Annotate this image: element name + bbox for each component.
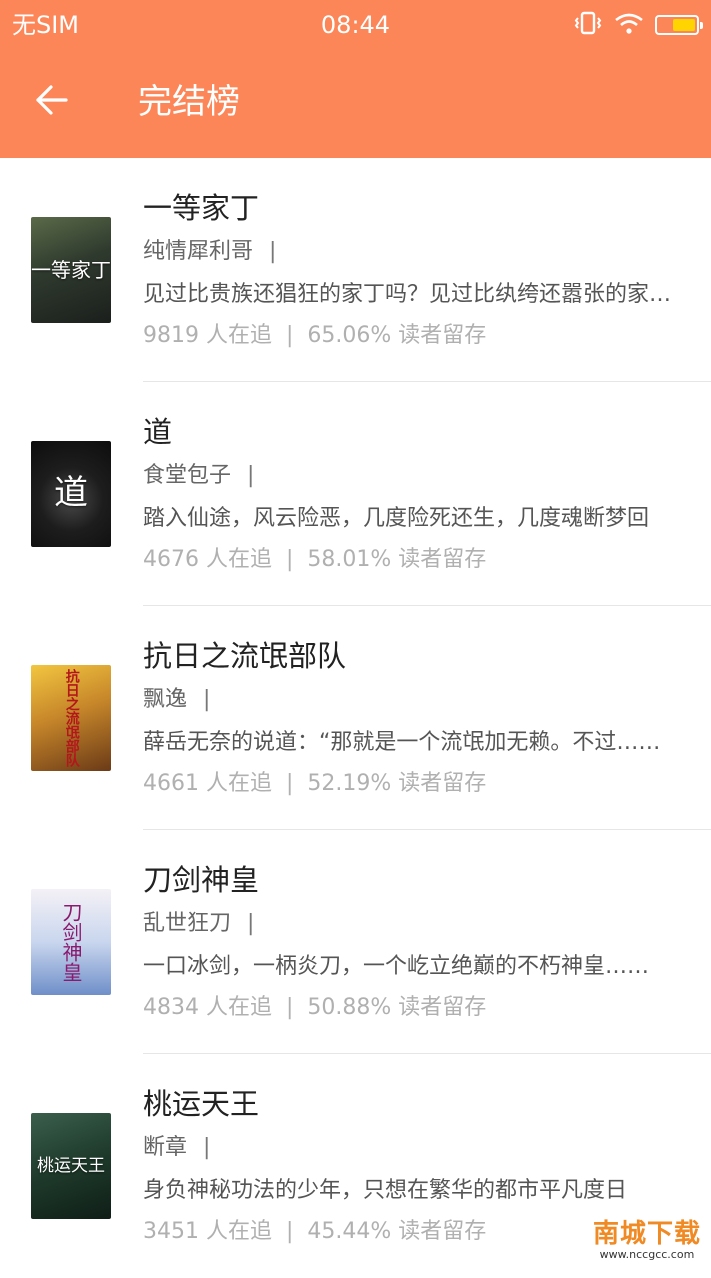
stats-separator: |: [272, 1219, 307, 1244]
follower-count: 4661 人在追: [143, 771, 272, 796]
book-author: 乱世狂刀|: [143, 908, 254, 940]
author-name: 纯情犀利哥: [143, 239, 253, 264]
watermark-logo: 南城下载: [593, 1219, 701, 1249]
book-item[interactable]: 一等家丁 一等家丁 纯情犀利哥| 见过比贵族还猖狂的家丁吗？见过比纨绔还嚣张的家…: [0, 158, 711, 382]
book-cover: 道: [31, 441, 111, 547]
follower-count: 9819 人在追: [143, 323, 272, 348]
book-cover: 刀剑神皇: [31, 889, 111, 995]
book-cover: 抗日之流氓部队: [31, 665, 111, 771]
author-separator: |: [187, 1135, 210, 1160]
back-arrow-icon: [35, 83, 69, 121]
retention-rate: 52.19% 读者留存: [307, 771, 486, 796]
follower-count: 4676 人在追: [143, 547, 272, 572]
book-cover: 一等家丁: [31, 217, 111, 323]
book-description: 薛岳无奈的说道：“那就是一个流氓加无赖。不过……: [143, 727, 673, 759]
follower-count: 3451 人在追: [143, 1219, 272, 1244]
vibrate-icon: [573, 11, 603, 39]
author-separator: |: [253, 239, 276, 264]
book-stats: 3451 人在追|45.44% 读者留存: [143, 1216, 486, 1248]
book-cover-title: 一等家丁: [31, 259, 111, 281]
author-name: 乱世狂刀: [143, 911, 231, 936]
book-item[interactable]: 道 道 食堂包子| 踏入仙途，风云险恶，几度险死还生，几度魂断梦回 4676 人…: [0, 382, 711, 606]
book-cover-title: 刀剑神皇: [60, 902, 82, 982]
stats-separator: |: [272, 323, 307, 348]
site-watermark: 南城下载 www.nccgcc.com: [593, 1219, 701, 1261]
watermark-url: www.nccgcc.com: [593, 1249, 701, 1261]
retention-rate: 65.06% 读者留存: [307, 323, 486, 348]
book-author: 断章|: [143, 1132, 210, 1164]
book-stats: 4834 人在追|50.88% 读者留存: [143, 992, 486, 1024]
stats-separator: |: [272, 771, 307, 796]
battery-icon: [655, 15, 699, 35]
wifi-icon: [613, 11, 645, 39]
book-author: 纯情犀利哥|: [143, 236, 276, 268]
book-title: 道: [143, 412, 172, 452]
book-cover-title: 抗日之流氓部队: [63, 669, 78, 767]
book-cover-title: 道: [54, 475, 88, 512]
author-name: 断章: [143, 1135, 187, 1160]
follower-count: 4834 人在追: [143, 995, 272, 1020]
book-author: 食堂包子|: [143, 460, 254, 492]
book-description: 一口冰剑，一柄炎刀，一个屹立绝巅的不朽神皇……: [143, 951, 673, 983]
book-description: 踏入仙途，风云险恶，几度险死还生，几度魂断梦回: [143, 503, 673, 535]
book-stats: 4661 人在追|52.19% 读者留存: [143, 768, 486, 800]
book-author: 飘逸|: [143, 684, 210, 716]
book-stats: 9819 人在追|65.06% 读者留存: [143, 320, 486, 352]
author-name: 飘逸: [143, 687, 187, 712]
app-header: 无SIM 08:44: [0, 0, 711, 158]
book-title: 刀剑神皇: [143, 860, 259, 900]
retention-rate: 58.01% 读者留存: [307, 547, 486, 572]
book-description: 见过比贵族还猖狂的家丁吗？见过比纨绔还嚣张的家丁吗？: [143, 279, 673, 311]
book-title: 桃运天王: [143, 1084, 259, 1124]
status-bar: 无SIM 08:44: [0, 0, 711, 50]
stats-separator: |: [272, 547, 307, 572]
retention-rate: 50.88% 读者留存: [307, 995, 486, 1020]
back-button[interactable]: [26, 76, 78, 128]
book-title: 抗日之流氓部队: [143, 636, 346, 676]
book-stats: 4676 人在追|58.01% 读者留存: [143, 544, 486, 576]
book-description: 身负神秘功法的少年，只想在繁华的都市平凡度日: [143, 1175, 673, 1207]
book-item[interactable]: 刀剑神皇 刀剑神皇 乱世狂刀| 一口冰剑，一柄炎刀，一个屹立绝巅的不朽神皇…… …: [0, 830, 711, 1054]
author-separator: |: [231, 463, 254, 488]
stats-separator: |: [272, 995, 307, 1020]
author-name: 食堂包子: [143, 463, 231, 488]
book-cover-title: 桃运天王: [37, 1157, 105, 1176]
book-title: 一等家丁: [143, 188, 259, 228]
book-cover: 桃运天王: [31, 1113, 111, 1219]
battery-level: [673, 19, 695, 31]
page-title: 完结榜: [138, 78, 240, 126]
book-item[interactable]: 抗日之流氓部队 抗日之流氓部队 飘逸| 薛岳无奈的说道：“那就是一个流氓加无赖。…: [0, 606, 711, 830]
status-icons: [573, 12, 699, 38]
book-list: 一等家丁 一等家丁 纯情犀利哥| 见过比贵族还猖狂的家丁吗？见过比纨绔还嚣张的家…: [0, 158, 711, 1278]
nav-bar: 完结榜: [0, 52, 711, 156]
author-separator: |: [231, 911, 254, 936]
author-separator: |: [187, 687, 210, 712]
retention-rate: 45.44% 读者留存: [307, 1219, 486, 1244]
